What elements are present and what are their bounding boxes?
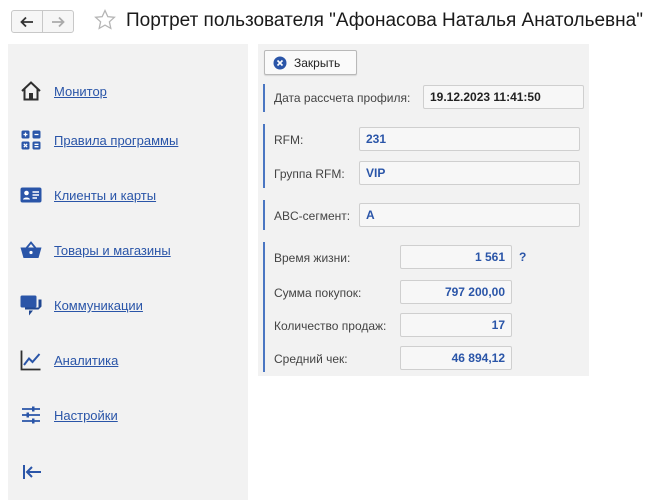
rfm-group-label: Группа RFM: <box>274 167 345 181</box>
purchase-sum-field[interactable]: 797 200,00 <box>400 280 512 304</box>
calc-date-label: Дата рассчета профиля: <box>274 91 411 105</box>
nav-buttons <box>11 10 74 33</box>
sidebar-item-clients-cards[interactable]: Клиенты и карты <box>8 180 248 210</box>
sidebar-item-communications[interactable]: Коммуникации <box>8 290 248 320</box>
arrow-right-icon <box>52 16 65 27</box>
basket-icon <box>20 241 42 258</box>
abc-segment-label: ABC-сегмент: <box>274 209 351 223</box>
sidebar-item-label[interactable]: Монитор <box>54 84 107 99</box>
sales-count-label: Количество продаж: <box>274 319 387 333</box>
close-icon <box>273 56 287 69</box>
title-bar: Портрет пользователя "Афонасова Наталья … <box>0 0 669 42</box>
sidebar-item-label[interactable]: Коммуникации <box>54 298 143 313</box>
sidebar-item-analytics[interactable]: Аналитика <box>8 345 248 375</box>
sidebar-item-label[interactable]: Правила программы <box>54 133 178 148</box>
sidebar-item-settings[interactable]: Настройки <box>8 400 248 430</box>
group-marker <box>263 84 265 112</box>
sidebar-item-program-rules[interactable]: Правила программы <box>8 125 248 155</box>
favorite-star-icon[interactable] <box>93 8 117 32</box>
sidebar-item-label[interactable]: Товары и магазины <box>54 243 171 258</box>
close-button-label: Закрыть <box>294 55 341 70</box>
home-icon <box>21 81 41 101</box>
calc-date-field[interactable]: 19.12.2023 11:41:50 <box>423 85 584 109</box>
group-marker <box>263 124 265 188</box>
chat-icon <box>20 295 42 316</box>
profile-panel: Закрыть Дата рассчета профиля: 19.12.202… <box>258 44 589 376</box>
sidebar-item-label[interactable]: Клиенты и карты <box>54 188 156 203</box>
rfm-group-field[interactable]: VIP <box>359 161 580 185</box>
avg-check-label: Средний чек: <box>274 352 348 366</box>
avg-check-field[interactable]: 46 894,12 <box>400 346 512 370</box>
forward-button[interactable] <box>42 11 73 32</box>
sidebar-item-label[interactable]: Настройки <box>54 408 118 423</box>
rfm-label: RFM: <box>274 133 304 147</box>
abc-segment-field[interactable]: A <box>359 203 580 227</box>
close-button[interactable]: Закрыть <box>264 50 357 75</box>
lifetime-field[interactable]: 1 561 <box>400 245 512 269</box>
calculator-icon <box>21 130 41 150</box>
sidebar-item-label[interactable]: Аналитика <box>54 353 118 368</box>
rfm-field[interactable]: 231 <box>359 127 580 151</box>
purchase-sum-label: Сумма покупок: <box>274 286 362 300</box>
sales-count-field[interactable]: 17 <box>400 313 512 337</box>
collapse-sidebar-icon[interactable] <box>20 460 44 484</box>
lifetime-help-link[interactable]: ? <box>519 250 526 264</box>
chart-line-icon <box>20 350 41 371</box>
sidebar-item-monitor[interactable]: Монитор <box>8 76 248 106</box>
sidebar: Монитор Правила программы Клиенты и карт… <box>8 44 248 500</box>
sliders-icon <box>22 406 40 424</box>
id-card-icon <box>20 187 42 203</box>
arrow-left-icon <box>20 16 33 27</box>
window-title: Портрет пользователя "Афонасова Наталья … <box>126 10 643 31</box>
group-marker <box>263 200 265 230</box>
group-marker <box>263 242 265 372</box>
back-button[interactable] <box>12 11 42 32</box>
sidebar-item-goods-stores[interactable]: Товары и магазины <box>8 235 248 265</box>
lifetime-label: Время жизни: <box>274 251 351 265</box>
